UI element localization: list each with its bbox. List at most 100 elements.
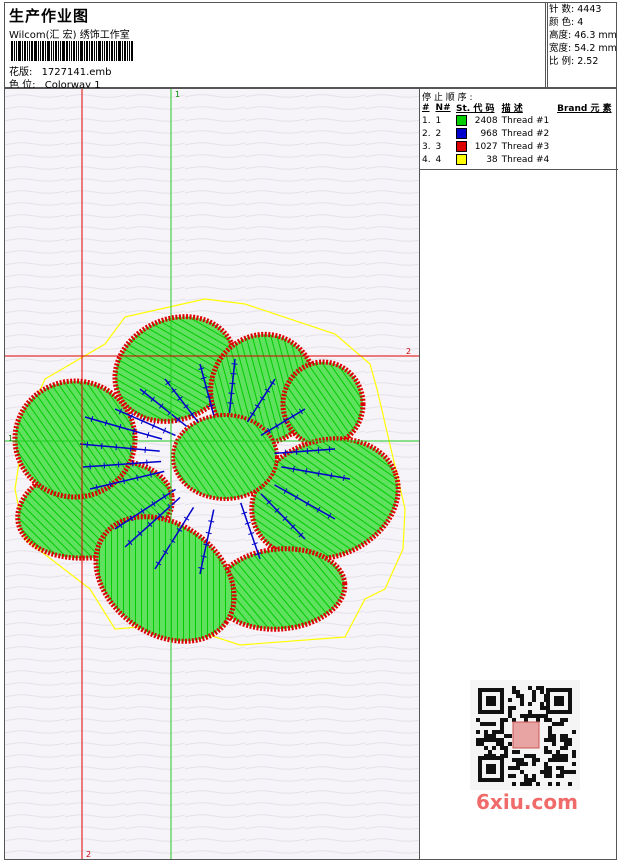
- flower-center: [171, 413, 279, 501]
- barcode-bar: [94, 41, 95, 61]
- barcode-bar: [98, 41, 101, 61]
- barcode-bar: [51, 41, 52, 61]
- barcode-bar: [29, 41, 30, 61]
- thread-stitches: 968: [480, 128, 498, 139]
- marker-v2: 2: [86, 850, 91, 859]
- thread-index: 2.: [422, 128, 431, 139]
- barcode-bar: [111, 41, 113, 61]
- barcode-bar: [60, 41, 61, 61]
- thread-brand: [555, 114, 618, 127]
- barcode-bar: [118, 41, 121, 61]
- barcode-bar: [104, 41, 105, 61]
- embroidery-preview: 1 2 1 2: [5, 89, 419, 859]
- barcode-bar: [24, 41, 26, 61]
- vein-barb: [227, 402, 234, 404]
- marker-v1: 1: [175, 90, 180, 99]
- barcode-bar: [124, 41, 126, 61]
- thread-row: 3. 3 1027 Thread #3: [420, 140, 618, 153]
- thread-stitches: 2408: [474, 115, 498, 126]
- stat-scale: 比 例: 2.52: [549, 56, 599, 67]
- thread-swatch: [454, 127, 470, 140]
- barcode-bar: [62, 41, 65, 61]
- vein-barb: [231, 363, 238, 365]
- thread-needle: 3: [435, 141, 442, 152]
- petal: [280, 359, 366, 449]
- stat-height: 高度: 46.3 mm: [549, 30, 617, 41]
- col-stitches: St. 代 码: [456, 104, 495, 114]
- design-canvas[interactable]: 1 2 1 2: [4, 88, 420, 860]
- color-swatch: [456, 128, 468, 139]
- barcode-bar: [38, 41, 39, 61]
- barcode-bar: [40, 41, 41, 61]
- thread-index: 4.: [422, 154, 431, 165]
- qr-code: [470, 680, 580, 790]
- color-swatch: [456, 115, 468, 126]
- barcode-bar: [47, 41, 50, 61]
- barcode-bar: [69, 41, 70, 61]
- barcode-bar: [27, 41, 28, 61]
- seal-icon: [512, 721, 540, 749]
- stat-colors: 颜 色: 4: [549, 17, 584, 28]
- marker-h1: 1: [8, 434, 13, 443]
- barcode-bar: [102, 41, 103, 61]
- thread-needle: 1: [435, 115, 442, 126]
- col-description: 描 述: [501, 104, 523, 114]
- barcode-bar: [34, 41, 37, 61]
- vein-barb: [115, 444, 118, 451]
- thread-stitches: 1027: [474, 141, 498, 152]
- thread-brand: [555, 127, 618, 140]
- vein-barb: [144, 446, 147, 453]
- vein-barb: [129, 445, 132, 452]
- color-swatch: [456, 141, 468, 152]
- thread-swatch: [454, 140, 470, 153]
- watermark-text: 6xiu.com: [476, 790, 578, 814]
- thread-table: # N# St. 代 码 描 述 Brand 元 素 1. 1 2408 Thread…: [420, 101, 618, 166]
- stat-stitches: 针 数: 4443: [549, 4, 602, 15]
- thread-needle: 4: [435, 154, 442, 165]
- thread-stitches: 38: [486, 154, 498, 165]
- barcode-bar: [127, 41, 128, 61]
- barcode-bar: [76, 41, 77, 61]
- header-panel: 生产作业图 Wilcom(汇 宏) 绣饰工作室 花版: 1727141.emb …: [4, 2, 548, 91]
- vein-barb: [100, 442, 103, 449]
- barcode-bar: [84, 41, 85, 61]
- thread-description: Thread #1: [501, 115, 550, 126]
- panel-divider: [420, 169, 618, 170]
- thread-brand: [555, 140, 618, 153]
- barcode-bar: [18, 41, 21, 61]
- col-index: #: [422, 102, 430, 113]
- thread-description: Thread #4: [501, 154, 550, 165]
- vein-barb: [230, 372, 237, 375]
- thread-swatch: [454, 114, 470, 127]
- barcode-bar: [86, 41, 88, 61]
- barcode-bar: [42, 41, 44, 61]
- barcode-bar: [89, 41, 90, 61]
- barcode-bar: [22, 41, 23, 61]
- barcode-bar: [71, 41, 72, 61]
- barcode-bar: [11, 41, 13, 61]
- barcode-bar: [73, 41, 75, 61]
- vein-barb: [228, 392, 235, 395]
- thread-index: 1.: [422, 115, 431, 126]
- stat-width: 宽度: 54.2 mm: [549, 43, 617, 54]
- stats-panel: 针 数: 4443 颜 色: 4 高度: 46.3 mm 宽度: 54.2 mm…: [545, 2, 617, 88]
- marker-h2: 2: [406, 347, 411, 356]
- barcode-bar: [106, 41, 108, 61]
- barcode-bar: [114, 41, 115, 61]
- thread-row: 2. 2 968 Thread #2: [420, 127, 618, 140]
- barcode-bar: [131, 41, 133, 61]
- thread-index: 3.: [422, 141, 431, 152]
- barcode-bar: [78, 41, 79, 61]
- col-needle: N#: [435, 102, 451, 113]
- barcode-bar: [14, 41, 15, 61]
- color-swatch: [456, 154, 468, 165]
- vein-barb: [86, 441, 89, 448]
- vein-barb: [229, 382, 236, 385]
- barcode-bar: [122, 41, 123, 61]
- page-title: 生产作业图: [9, 7, 90, 25]
- barcode-bar: [96, 41, 97, 61]
- barcode-bar: [16, 41, 17, 61]
- barcode-bar: [109, 41, 110, 61]
- barcode-bar: [55, 41, 57, 61]
- thread-needle: 2: [435, 128, 442, 139]
